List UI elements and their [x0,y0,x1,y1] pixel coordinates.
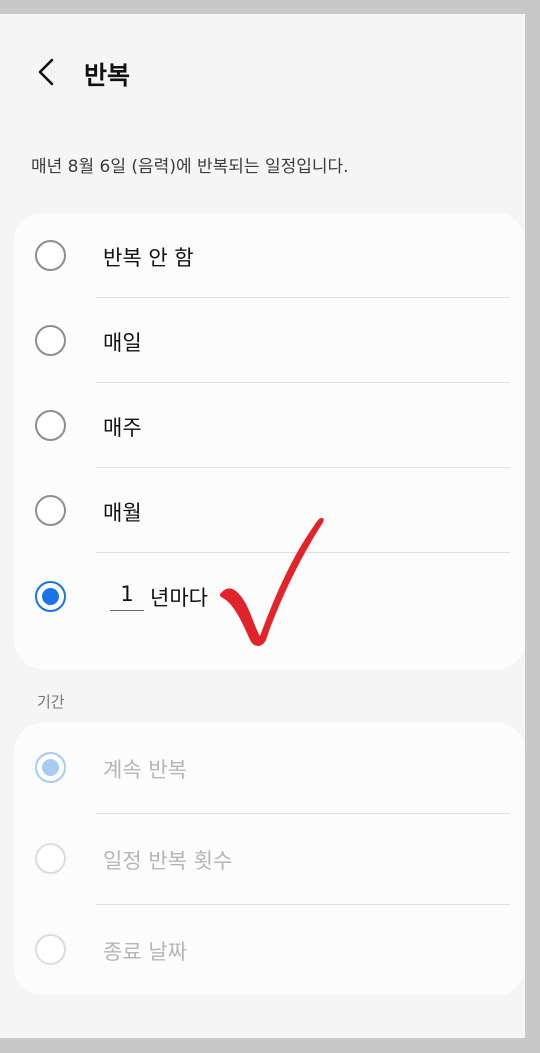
radio-end-date [35,934,66,965]
radio-monthly[interactable] [35,495,66,526]
repeat-settings-screen: 반복 매년 8월 6일 (음력)에 반복되는 일정입니다. 반복 안 함 매일 … [0,14,525,1038]
option-repeat-forever: 계속 반복 [14,723,525,813]
option-label: 매주 [103,416,142,440]
option-label: 매일 [103,331,142,355]
option-end-date: 종료 날짜 [14,905,525,995]
radio-repeat-forever [35,752,66,783]
option-yearly[interactable]: 1 년마다 [14,553,525,649]
option-daily[interactable]: 매일 [14,298,525,382]
option-monthly[interactable]: 매월 [14,468,525,552]
repeat-description: 매년 8월 6일 (음력)에 반복되는 일정입니다. [31,157,349,177]
option-label: 반복 안 함 [103,246,194,270]
radio-no-repeat[interactable] [35,240,66,271]
option-no-repeat[interactable]: 반복 안 함 [14,213,525,297]
bottom-edge [0,1038,540,1053]
option-label: 일정 반복 횟수 [103,849,233,873]
period-section-label: 기간 [37,693,65,711]
radio-yearly[interactable] [35,581,66,612]
option-weekly[interactable]: 매주 [14,383,525,467]
option-label: 종료 날짜 [103,940,187,964]
page-title: 반복 [84,61,131,90]
option-repeat-count: 일정 반복 횟수 [14,814,525,904]
radio-repeat-count [35,843,66,874]
yearly-interval-suffix: 년마다 [150,586,208,610]
back-button[interactable] [26,52,66,92]
chevron-left-icon [38,58,54,86]
yearly-interval-input[interactable]: 1 [110,582,144,611]
option-label: 계속 반복 [103,758,187,782]
radio-weekly[interactable] [35,410,66,441]
radio-daily[interactable] [35,325,66,356]
period-options-card: 계속 반복 일정 반복 횟수 종료 날짜 [14,723,525,995]
repeat-options-card: 반복 안 함 매일 매주 매월 1 년마다 [14,213,525,669]
app-header: 반복 [0,14,525,130]
option-label: 매월 [103,501,142,525]
